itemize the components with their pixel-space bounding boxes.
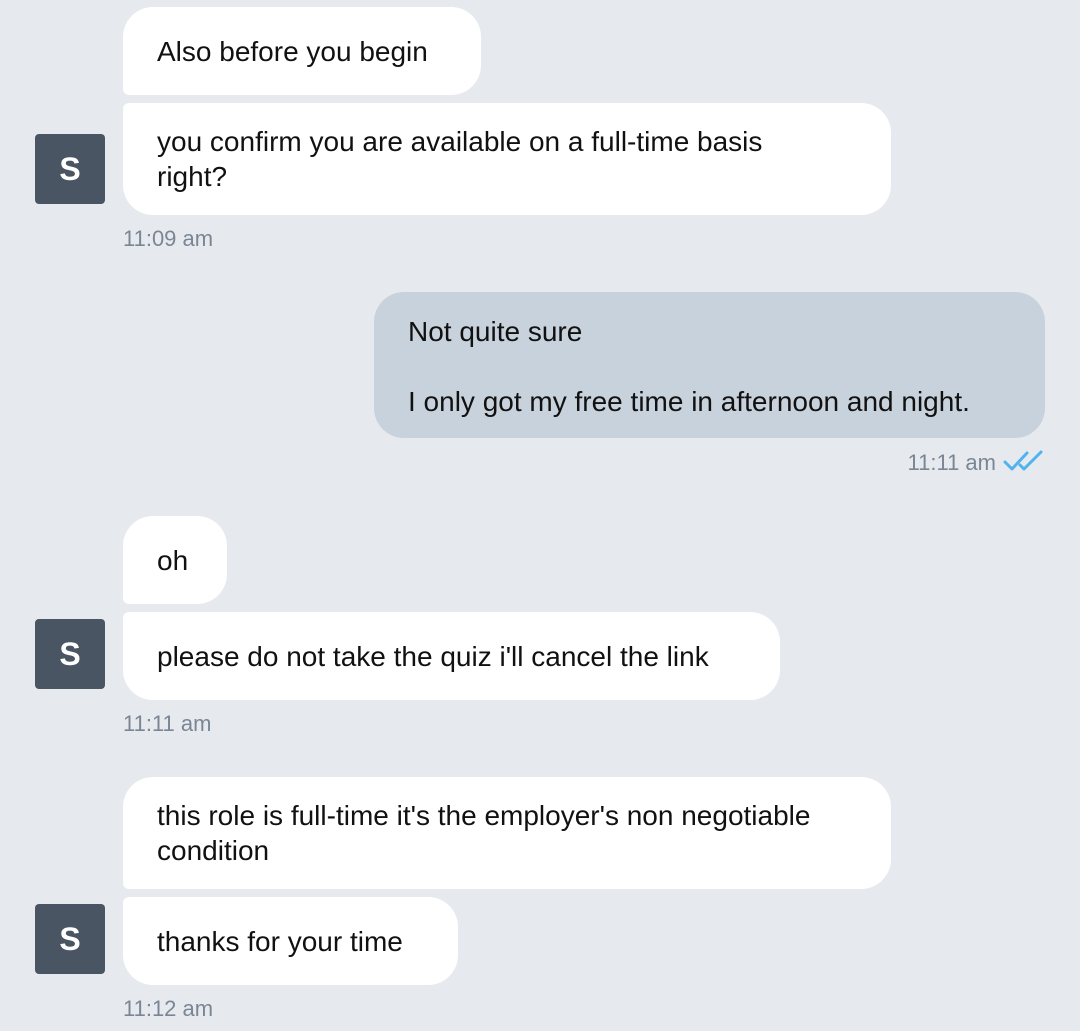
avatar-letter: S (59, 150, 81, 187)
message-bubble-incoming[interactable]: Also before you begin (123, 7, 481, 95)
message-text: this role is full-time it's the employer… (157, 800, 811, 866)
message-bubble-incoming[interactable]: please do not take the quiz i'll cancel … (123, 612, 780, 700)
chat-thread: Also before you begin you confirm you ar… (0, 0, 1080, 1031)
message-bubble-outgoing[interactable]: Not quite sure I only got my free time i… (374, 292, 1045, 438)
message-text: Not quite sure I only got my free time i… (408, 316, 970, 417)
avatar-letter: S (59, 635, 81, 672)
message-bubble-incoming[interactable]: you confirm you are available on a full-… (123, 103, 891, 215)
message-bubble-incoming[interactable]: thanks for your time (123, 897, 458, 985)
message-text: Also before you begin (157, 35, 428, 67)
avatar-letter: S (59, 920, 81, 957)
message-text: you confirm you are available on a full-… (157, 126, 763, 192)
message-timestamp: 11:12 am (123, 996, 214, 1021)
sender-avatar[interactable]: S (35, 904, 105, 974)
message-text: please do not take the quiz i'll cancel … (157, 640, 709, 672)
sender-avatar[interactable]: S (35, 134, 105, 204)
message-text: thanks for your time (157, 925, 403, 957)
double-check-icon (1003, 450, 1043, 471)
message-timestamp: 11:11 am (123, 711, 212, 736)
sender-avatar[interactable]: S (35, 619, 105, 689)
message-text: oh (157, 544, 189, 576)
message-timestamp: 11:09 am (123, 226, 214, 251)
message-bubble-incoming[interactable]: oh (123, 516, 227, 604)
message-bubble-incoming[interactable]: this role is full-time it's the employer… (123, 777, 891, 889)
message-timestamp: 11:11 am (907, 450, 996, 475)
